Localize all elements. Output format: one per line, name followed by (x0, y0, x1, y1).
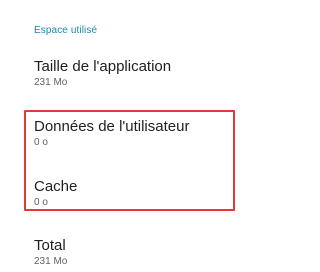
cache-value: 0 o (34, 197, 48, 208)
cache-label: Cache (34, 178, 78, 195)
section-header-space-used: Espace utilisé (34, 25, 98, 36)
user-data-value: 0 o (34, 137, 48, 148)
total-label: Total (34, 237, 66, 254)
app-size-label: Taille de l'application (34, 58, 172, 75)
total-value: 231 Mo (34, 256, 68, 267)
user-data-label: Données de l'utilisateur (34, 118, 190, 135)
total-item: Total 231 Mo (34, 237, 67, 268)
user-data-item: Données de l'utilisateur 0 o (34, 118, 189, 149)
app-size-value: 231 Mo (34, 77, 68, 88)
storage-screen: Espace utilisé Taille de l'application 2… (0, 0, 315, 272)
app-size-item: Taille de l'application 231 Mo (34, 58, 171, 89)
cache-item: Cache 0 o (34, 178, 77, 209)
